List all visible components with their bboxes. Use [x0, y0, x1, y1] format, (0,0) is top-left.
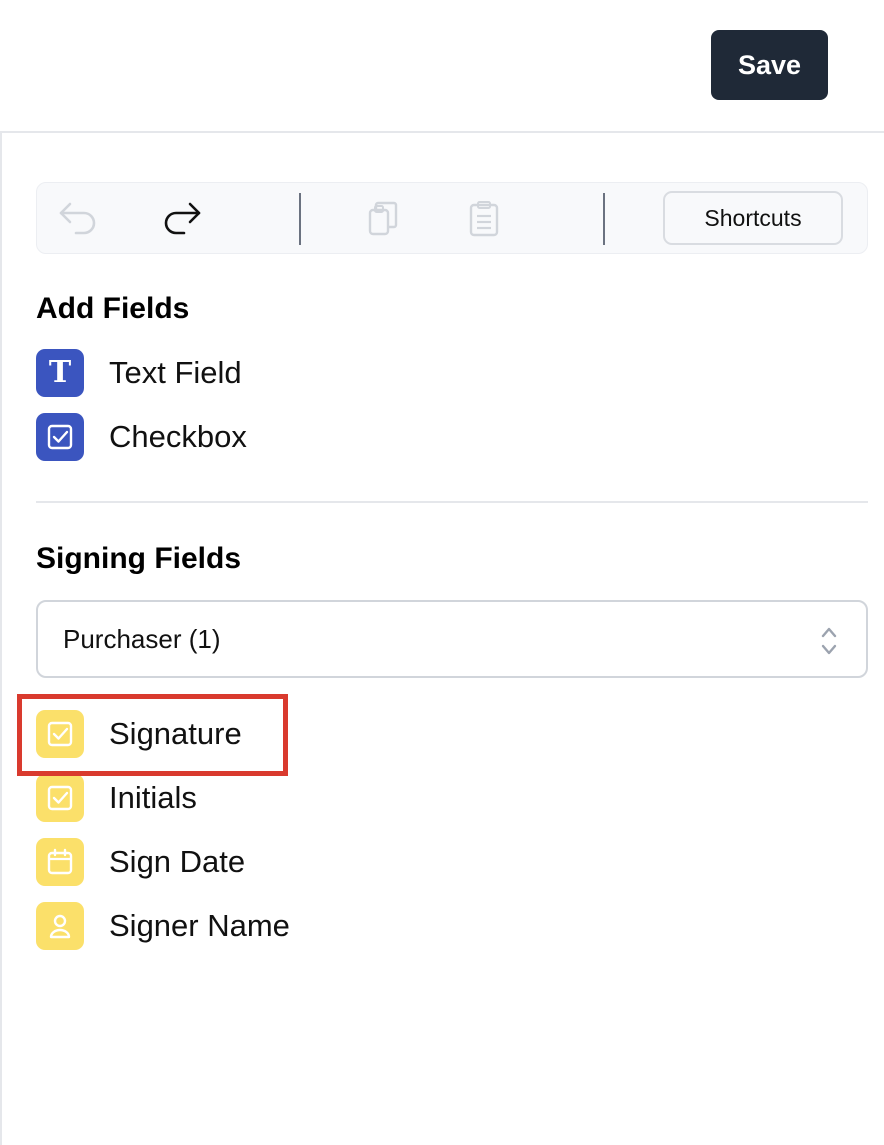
add-fields-title: Add Fields [36, 292, 190, 325]
toolbar-divider [299, 193, 301, 245]
field-label: Sign Date [109, 844, 246, 879]
field-label: Initials [109, 780, 197, 815]
signer-select-value: Purchaser (1) [63, 623, 221, 654]
paste-button[interactable] [458, 193, 510, 245]
fields-panel: Shortcuts Add Fields T Text Field Checkb… [0, 133, 884, 1145]
person-icon [36, 902, 84, 950]
top-header: Save [0, 0, 884, 133]
checkbox-icon [36, 774, 84, 822]
field-label: Signer Name [109, 908, 290, 943]
redo-button[interactable] [155, 193, 207, 245]
paste-icon [469, 201, 499, 237]
copy-icon [368, 201, 398, 236]
field-label: Text Field [109, 355, 242, 390]
field-item-checkbox[interactable]: Checkbox [36, 413, 536, 461]
copy-button[interactable] [357, 193, 409, 245]
redo-icon [164, 202, 201, 235]
field-item-signer-name[interactable]: Signer Name [36, 902, 536, 950]
text-t-icon: T [36, 349, 84, 397]
highlight-annotation [17, 694, 288, 776]
calendar-icon [36, 838, 84, 886]
edit-toolbar: Shortcuts [36, 182, 868, 254]
save-button[interactable]: Save [711, 30, 828, 100]
chevron-up-down-icon [821, 627, 837, 655]
field-item-sign-date[interactable]: Sign Date [36, 838, 536, 886]
toolbar-divider [603, 193, 605, 245]
field-item-text-field[interactable]: T Text Field [36, 349, 536, 397]
signing-fields-title: Signing Fields [36, 542, 242, 575]
section-divider [36, 501, 868, 503]
field-item-initials[interactable]: Initials [36, 774, 536, 822]
checkbox-icon [36, 413, 84, 461]
field-label: Checkbox [109, 419, 247, 454]
shortcuts-button[interactable]: Shortcuts [663, 191, 843, 245]
undo-button[interactable] [53, 193, 105, 245]
signer-select[interactable]: Purchaser (1) [36, 600, 868, 678]
undo-icon [59, 202, 96, 235]
